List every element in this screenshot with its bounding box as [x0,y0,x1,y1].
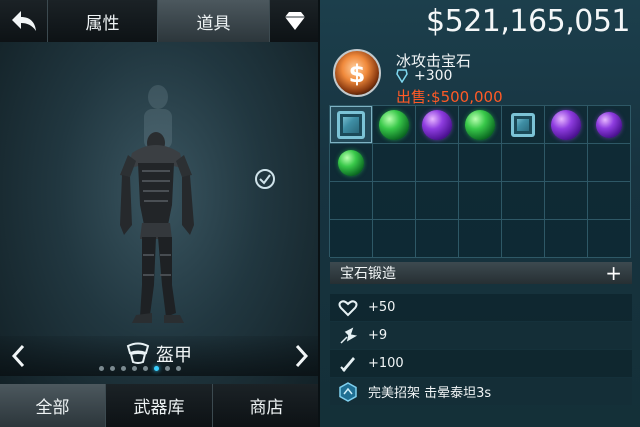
plus-icon[interactable]: + [605,263,622,283]
check-circle-icon [255,169,275,189]
empty-slot[interactable] [416,220,459,258]
character-panel: 属性 道具 盔甲 全部 武器库 商店 [0,0,320,427]
page-dot [176,366,181,371]
gem-slot[interactable] [459,106,502,144]
gem-slot[interactable] [330,144,373,182]
attack-icon [340,327,358,344]
inventory-panel: $521,165,051 $ 冰攻击宝石 +300 出售:$500,000 宝石… [320,0,640,427]
stat-health-value: +50 [368,300,396,315]
stat-perk-value: 完美招架 击晕泰坦3s [368,386,492,401]
empty-slot[interactable] [588,182,631,220]
currency-balance: $521,165,051 [426,4,630,39]
empty-slot[interactable] [502,220,545,258]
tab-attributes[interactable]: 属性 [48,0,158,42]
stat-row-health: +50 [330,294,632,321]
item-sell-price: 出售:$500,000 [396,88,503,106]
tab-shop-label: 商店 [249,398,284,418]
diamond-outline-icon [396,69,408,83]
empty-slot[interactable] [545,182,588,220]
bottom-tab-bar: 全部 武器库 商店 [0,384,320,427]
gem-slot[interactable] [416,106,459,144]
gem-store-button[interactable] [270,0,320,42]
tab-all[interactable]: 全部 [0,384,106,427]
gem-slot[interactable] [330,106,373,144]
armor-icon [126,342,150,364]
tab-armory-label: 武器库 [133,398,185,418]
page-dot [121,366,126,371]
diamond-icon [285,12,305,30]
page-dot [99,366,104,371]
empty-slot[interactable] [373,220,416,258]
empty-slot[interactable] [330,182,373,220]
empty-slot[interactable] [459,220,502,258]
tab-items-label: 道具 [196,13,231,34]
gem-slot[interactable] [588,106,631,144]
slot-label: 盔甲 [156,345,192,366]
item-stat-value: +300 [414,68,453,84]
empty-slot[interactable] [502,182,545,220]
gem-slot[interactable] [502,106,545,144]
blue-square-gem-icon [337,110,365,139]
top-nav-bar: 属性 道具 [0,0,320,42]
blue-square-small-gem-icon [511,112,535,137]
gem-forge-bar[interactable]: 宝石锻造 + [330,262,632,284]
empty-slot[interactable] [545,220,588,258]
page-dot [110,366,115,371]
hero-armor-model[interactable] [110,85,220,335]
gem-grid [329,105,631,258]
stat-row-perk: 完美招架 击晕泰坦3s [330,378,632,405]
chevron-left-icon[interactable] [6,340,32,372]
empty-slot[interactable] [373,144,416,182]
page-dot-active [154,366,159,371]
empty-slot[interactable] [373,182,416,220]
back-arrow-icon [11,11,36,31]
item-stat: +300 [396,68,452,84]
gem-forge-label: 宝石锻造 [340,266,396,282]
sword-icon [340,356,355,372]
empty-slot[interactable] [330,220,373,258]
chevron-right-icon[interactable] [288,340,314,372]
back-button[interactable] [0,0,48,42]
stat-sword-value: +100 [368,356,404,371]
stat-row-attack: +9 [330,322,632,349]
ice-attack-gem-icon: $ [333,49,381,97]
empty-slot[interactable] [416,144,459,182]
green-small-gem-icon [338,149,364,176]
perk-hex-icon [339,381,357,402]
empty-slot[interactable] [545,144,588,182]
slot-selector: 盔甲 [0,336,320,376]
page-indicator [99,366,181,371]
empty-slot[interactable] [459,144,502,182]
page-dot [132,366,137,371]
stat-row-sword: +100 [330,350,632,377]
heart-icon [338,299,358,316]
tab-shop[interactable]: 商店 [213,384,320,427]
empty-slot[interactable] [502,144,545,182]
empty-slot[interactable] [416,182,459,220]
gem-slot[interactable] [373,106,416,144]
empty-slot[interactable] [459,182,502,220]
stats-list: +50 +9 +100 完美招架 击晕泰坦3s [330,294,632,406]
empty-slot[interactable] [588,220,631,258]
page-dot [143,366,148,371]
purple-gem-icon [551,109,581,140]
page-dot [165,366,170,371]
stat-attack-value: +9 [368,328,388,343]
gem-slot[interactable] [545,106,588,144]
empty-slot[interactable] [588,144,631,182]
tab-items[interactable]: 道具 [158,0,270,42]
tab-attributes-label: 属性 [85,13,120,34]
green-gem-icon [379,109,409,140]
tab-all-label: 全部 [35,398,70,418]
purple-gem-icon [422,109,452,140]
purple-small-gem-icon [596,111,622,138]
tab-armory[interactable]: 武器库 [106,384,213,427]
svg-text:$: $ [349,60,366,88]
green-gem-icon [465,109,495,140]
